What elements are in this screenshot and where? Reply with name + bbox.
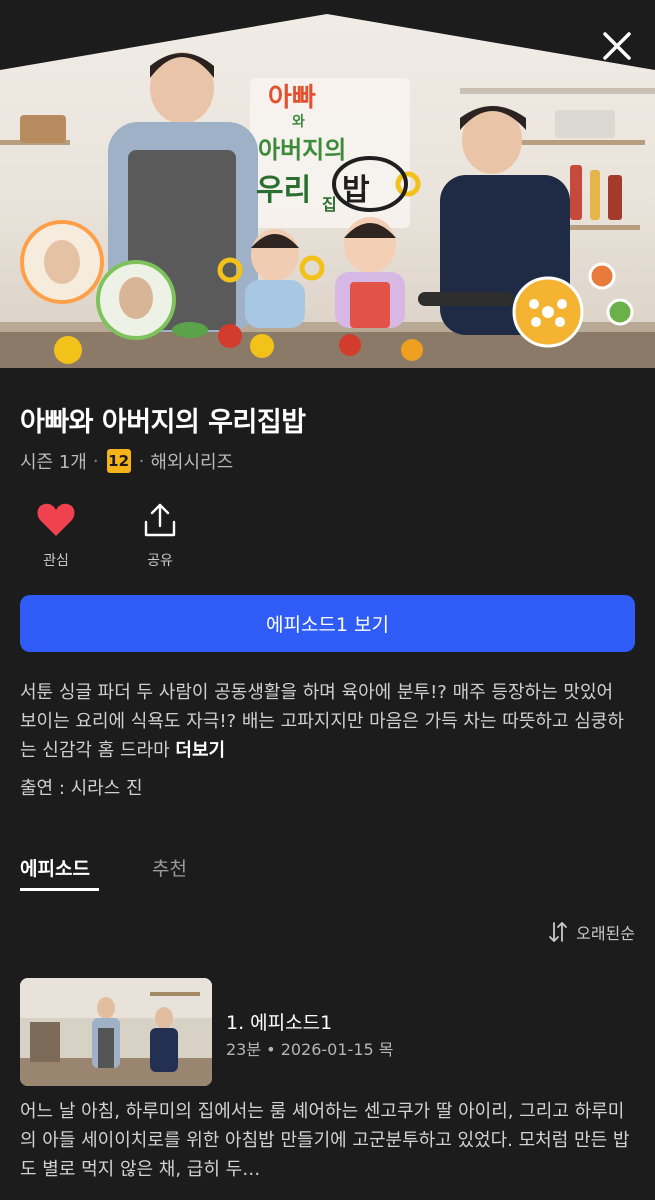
logo-line-4: 우리 bbox=[256, 173, 311, 208]
like-label: 관심 bbox=[43, 553, 69, 569]
thumbnail-image bbox=[20, 978, 212, 1086]
heart-icon[interactable] bbox=[36, 502, 76, 538]
episode-meta: 23분 • 2026-01-15 목 bbox=[226, 1040, 394, 1059]
share-button[interactable]: 공유 bbox=[120, 502, 200, 570]
logo-line-3: 아버지의 bbox=[258, 136, 346, 164]
show-logo: 아빠 와 아버지의 우리 집 밥 bbox=[246, 72, 416, 222]
age-rating-badge: 12 bbox=[106, 449, 131, 473]
episode-title[interactable]: 1. 에피소드1 bbox=[226, 1008, 332, 1035]
episode-description: 어느 날 아침, 하루미의 집에서는 룸 셰어하는 센고쿠가 딸 아이리, 그리… bbox=[20, 1101, 630, 1180]
show-description: 서툰 싱글 파더 두 사람이 공동생활을 하며 육아에 분투!? 매주 등장하는… bbox=[20, 678, 635, 765]
category-label: 해외시리즈 bbox=[150, 452, 234, 473]
share-icon[interactable] bbox=[142, 502, 178, 538]
hero-poster: 아빠 와 아버지의 우리 집 밥 bbox=[0, 0, 655, 368]
like-button[interactable]: 관심 bbox=[16, 502, 96, 570]
show-meta: 시즌 1개 · 12 · 해외시리즈 bbox=[20, 448, 233, 474]
episode-thumbnail[interactable] bbox=[20, 978, 212, 1086]
logo-line-5: 집 bbox=[322, 195, 337, 214]
meta-separator: · bbox=[138, 450, 145, 472]
sort-icon bbox=[549, 922, 568, 942]
show-title: 아빠와 아버지의 우리집밥 bbox=[20, 407, 306, 438]
sort-button[interactable]: 오래된순 bbox=[548, 920, 635, 944]
description-text: 서툰 싱글 파더 두 사람이 공동생활을 하며 육아에 분투!? 매주 등장하는… bbox=[20, 682, 624, 761]
active-tab-indicator bbox=[20, 888, 99, 891]
sort-label: 오래된순 bbox=[576, 924, 635, 943]
logo-line-2: 와 bbox=[292, 113, 305, 130]
tab-episodes[interactable]: 에피소드 bbox=[20, 854, 90, 881]
close-button[interactable] bbox=[599, 28, 635, 64]
close-icon[interactable] bbox=[599, 28, 635, 64]
tab-recommended[interactable]: 추천 bbox=[152, 854, 187, 881]
season-count: 시즌 1개 bbox=[20, 452, 87, 473]
logo-line-1: 아빠 bbox=[268, 83, 316, 113]
meta-separator: · bbox=[92, 450, 99, 472]
share-label: 공유 bbox=[147, 553, 173, 569]
play-episode-button[interactable]: 에피소드1 보기 bbox=[20, 595, 635, 652]
cast-info: 출연 : 시라스 진 bbox=[20, 778, 143, 799]
more-link[interactable]: 더보기 bbox=[175, 740, 225, 761]
